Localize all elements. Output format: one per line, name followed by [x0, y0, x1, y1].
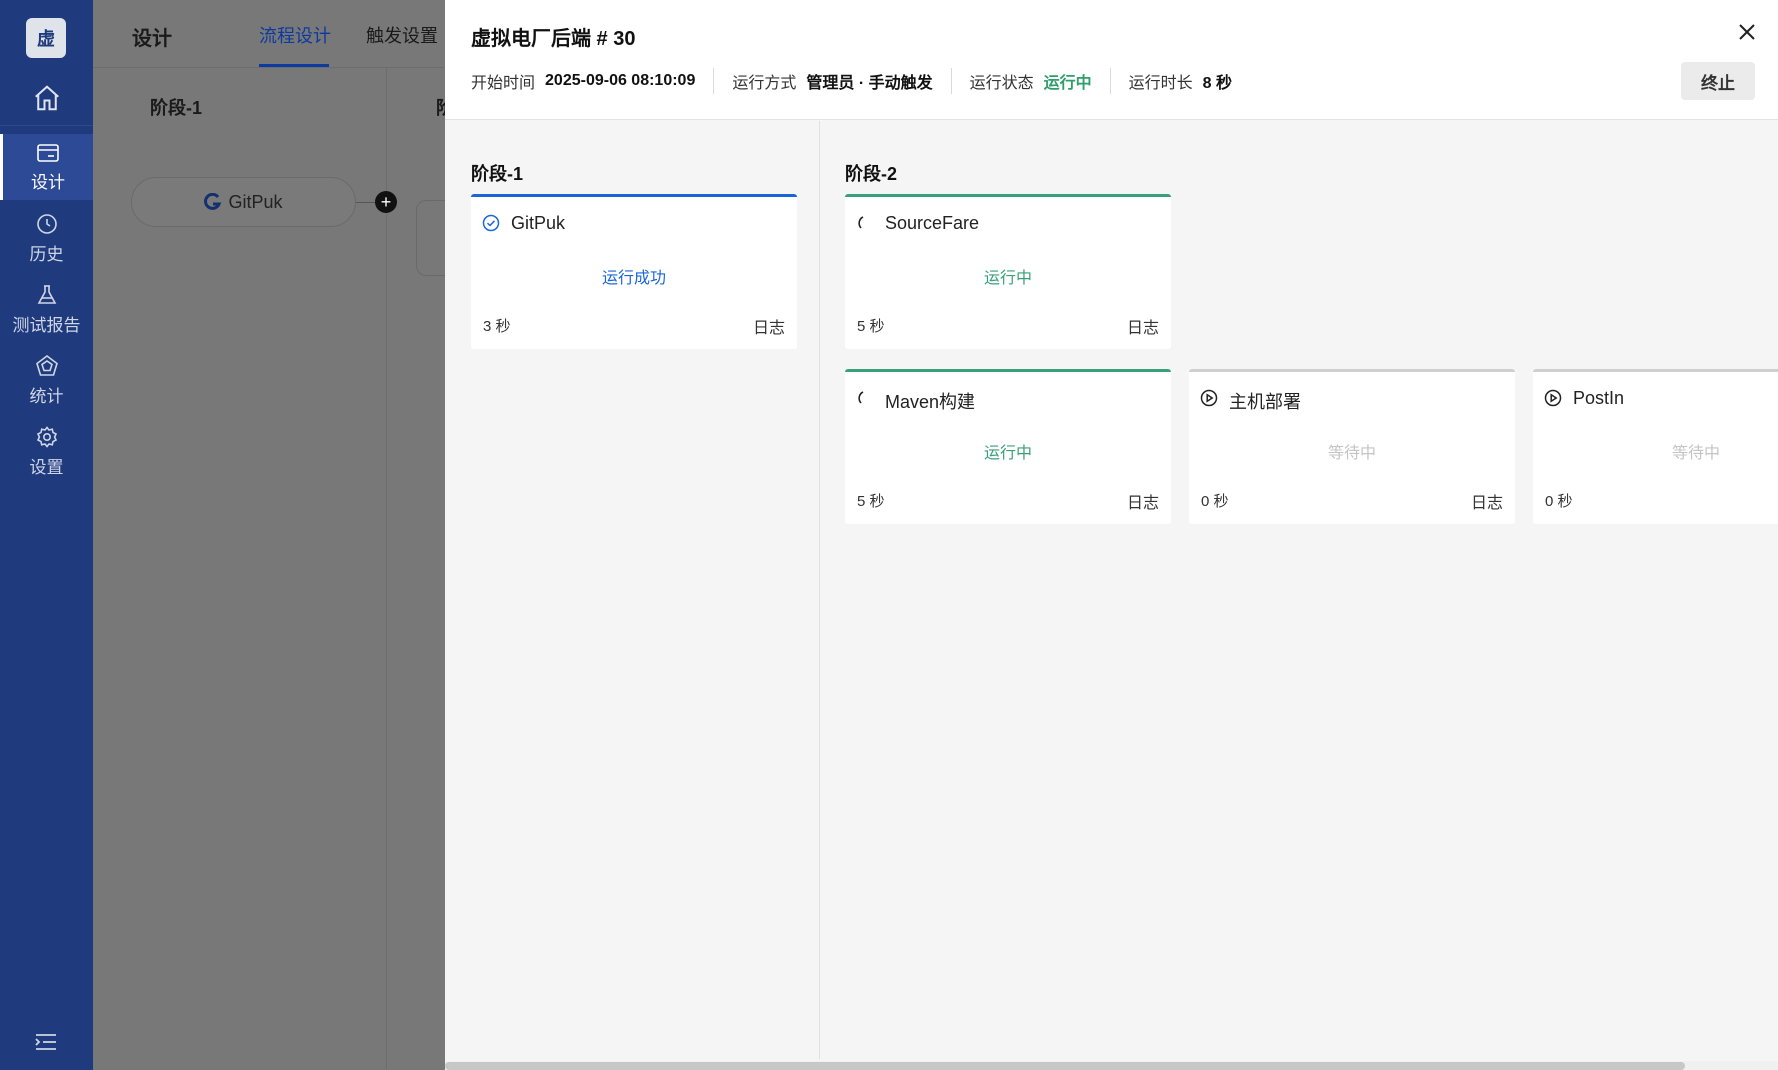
task-card-sourcefare[interactable]: SourceFare 运行中 5 秒 日志: [845, 194, 1171, 349]
task-name: 主机部署: [1229, 392, 1301, 412]
stage-1-title: 阶段-1: [471, 164, 524, 184]
play-circle-icon: [1200, 389, 1218, 407]
task-status: 等待中: [1327, 445, 1376, 462]
run-detail-drawer: 虚拟电厂后端 # 30 开始时间 2025-09-06 08:10:09 运行方…: [445, 0, 1778, 1070]
task-duration: 5 秒: [857, 493, 885, 510]
run-duration-label: 运行时长: [1128, 75, 1193, 92]
task-status: 运行中: [983, 445, 1032, 462]
home-button[interactable]: [0, 70, 93, 126]
sidebar-item-design[interactable]: 设计: [0, 134, 93, 200]
page-title: 设计: [132, 28, 172, 50]
sidebar-item-label: 统计: [29, 386, 64, 406]
info-separator: [950, 68, 952, 94]
task-log-link[interactable]: 日志: [1127, 314, 1159, 338]
task-log-link[interactable]: 日志: [1127, 489, 1159, 513]
sidebar-item-history[interactable]: 历史: [0, 205, 93, 271]
stage-column-1: 阶段-1 GitPuk 运行成功 3 秒 日志: [445, 121, 820, 1059]
statistics-icon: [35, 354, 58, 376]
sidebar-item-label: 设置: [29, 457, 64, 477]
run-info-bar: 开始时间 2025-09-06 08:10:09 运行方式 管理员 · 手动触发…: [471, 68, 1233, 94]
info-separator: [713, 68, 715, 94]
task-duration: 5 秒: [857, 318, 885, 335]
loading-spinner-icon: [858, 391, 864, 404]
check-circle-icon: [482, 214, 500, 232]
task-status: 等待中: [1671, 445, 1720, 462]
task-log-link[interactable]: 日志: [1471, 489, 1503, 513]
connector-line: [356, 202, 376, 203]
loading-spinner-icon: [858, 216, 864, 229]
task-card-host-deploy[interactable]: 主机部署 等待中 0 秒 日志: [1189, 369, 1515, 524]
start-time-label: 开始时间: [471, 75, 536, 92]
task-name: Maven构建: [885, 392, 976, 412]
add-node-button[interactable]: +: [375, 191, 397, 213]
task-name: GitPuk: [511, 213, 566, 233]
sidebar-item-statistics[interactable]: 统计: [0, 347, 93, 413]
sidebar-item-test-report[interactable]: 测试报告: [0, 276, 93, 342]
task-name: SourceFare: [885, 213, 980, 233]
pipeline-node-gitpuk[interactable]: GitPuk: [131, 177, 356, 227]
task-card-maven-build[interactable]: Maven构建 运行中 5 秒 日志: [845, 369, 1171, 524]
gear-icon: [36, 425, 57, 448]
task-card-gitpuk[interactable]: GitPuk 运行成功 3 秒 日志: [471, 194, 797, 349]
gitpuk-logo-icon: [204, 193, 222, 210]
tab-active-indicator: [259, 64, 329, 67]
task-status: 运行中: [983, 270, 1032, 287]
task-duration: 0 秒: [1545, 493, 1573, 510]
task-log-link[interactable]: 日志: [753, 314, 785, 338]
run-state-label: 运行状态: [969, 75, 1034, 92]
pipeline-node-label: GitPuk: [228, 191, 283, 212]
flask-icon: [37, 284, 56, 304]
designer-background: [93, 0, 445, 1070]
stages-area: 阶段-1 GitPuk 运行成功 3 秒 日志 阶段-2 SourceFare …: [445, 121, 1778, 1059]
run-mode-value: 管理员 · 手动触发: [806, 75, 933, 92]
collapse-menu-icon[interactable]: [34, 1032, 58, 1052]
tab-pipeline-design[interactable]: 流程设计: [259, 22, 331, 48]
tab-trigger-settings[interactable]: 触发设置: [366, 22, 438, 48]
stage-1-title: 阶段-1: [150, 98, 203, 118]
horizontal-scrollbar[interactable]: [445, 1061, 1778, 1070]
app-logo[interactable]: 虚: [26, 18, 66, 58]
sidebar: 虚 设计 历史 测试报告 统计 设置: [0, 0, 93, 1070]
drawer-header: 虚拟电厂后端 # 30 开始时间 2025-09-06 08:10:09 运行方…: [445, 0, 1778, 120]
close-icon[interactable]: [1735, 20, 1759, 44]
start-time-value: 2025-09-06 08:10:09: [545, 72, 696, 89]
task-duration: 0 秒: [1201, 493, 1229, 510]
stop-button[interactable]: 终止: [1681, 62, 1755, 100]
history-clock-icon: [36, 213, 57, 234]
run-duration-value: 8 秒: [1202, 75, 1233, 92]
play-circle-icon: [1544, 389, 1562, 407]
stage-divider: [386, 68, 387, 1070]
task-duration: 3 秒: [483, 318, 511, 335]
sidebar-item-label: 设计: [31, 172, 65, 192]
scrollbar-thumb[interactable]: [445, 1062, 1685, 1070]
task-name: PostIn: [1573, 388, 1625, 408]
sidebar-item-label: 测试报告: [12, 315, 81, 335]
drawer-title: 虚拟电厂后端 # 30: [471, 28, 636, 50]
run-mode-label: 运行方式: [732, 75, 797, 92]
sidebar-item-label: 历史: [29, 244, 64, 264]
stage-2-title: 阶段-2: [845, 164, 898, 184]
sidebar-item-settings[interactable]: 设置: [0, 418, 93, 484]
home-icon: [34, 84, 59, 110]
task-status: 运行成功: [601, 270, 666, 287]
info-separator: [1109, 68, 1111, 94]
task-card-postin[interactable]: PostIn 等待中 0 秒: [1533, 369, 1778, 524]
design-icon: [37, 143, 59, 162]
run-state-value: 运行中: [1043, 75, 1092, 92]
